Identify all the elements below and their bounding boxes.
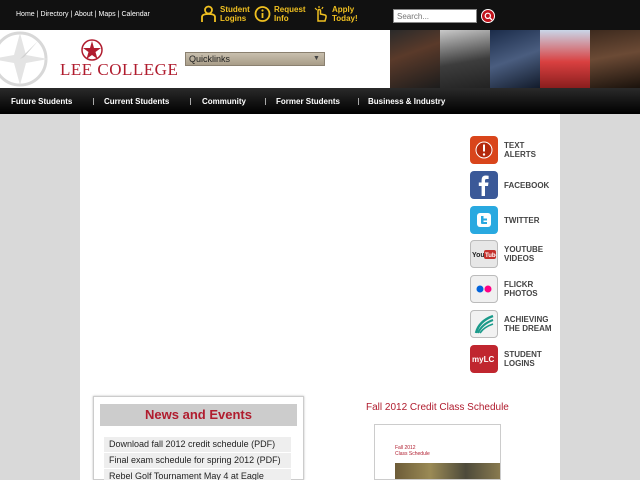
- youtube-icon: YouTube: [470, 240, 498, 268]
- quicklinks-label: Quicklinks: [189, 54, 231, 64]
- search-button[interactable]: [481, 9, 495, 23]
- schedule-cover-text: Fall 2012 Class Schedule: [395, 445, 430, 457]
- news-item[interactable]: Final exam schedule for spring 2012 (PDF…: [104, 453, 291, 468]
- search-icon: [484, 12, 492, 20]
- logo-word-2: College: [97, 60, 179, 79]
- home-link[interactable]: Home: [16, 11, 35, 18]
- nav-future-students[interactable]: Future Students: [11, 97, 72, 106]
- social-youtube[interactable]: YouTube YOUTUBE VIDEOS: [470, 240, 543, 268]
- alert-icon: [470, 136, 498, 164]
- social-label: YOUTUBE VIDEOS: [504, 245, 544, 263]
- main-nav: Future Students Current Students Communi…: [0, 88, 640, 114]
- nav-current-students[interactable]: Current Students: [104, 97, 169, 106]
- flickr-icon: [470, 275, 498, 303]
- social-achieving-the-dream[interactable]: ACHIEVING THE DREAM: [470, 310, 552, 338]
- quicklinks-dropdown[interactable]: Quicklinks ▼: [185, 52, 325, 66]
- search-input[interactable]: [393, 9, 477, 23]
- social-label: TWITTER: [504, 215, 540, 225]
- student-logins-quicklink[interactable]: Student Logins: [200, 5, 250, 23]
- maps-link[interactable]: Maps: [98, 11, 115, 18]
- achieving-dream-icon: [470, 310, 498, 338]
- svg-text:You: You: [472, 252, 485, 259]
- chevron-down-icon: ▼: [313, 55, 320, 62]
- request-info-quicklink[interactable]: Request Info: [254, 5, 306, 23]
- social-label: TEXT ALERTS: [504, 141, 536, 159]
- student-logins-icon: [201, 5, 216, 22]
- twitter-icon: [470, 206, 498, 234]
- header-photo-collage: [390, 30, 640, 88]
- social-label: ACHIEVING THE DREAM: [504, 315, 552, 333]
- nav-former-students[interactable]: Former Students: [276, 97, 340, 106]
- request-info-label: Request Info: [274, 5, 306, 23]
- schedule-title[interactable]: Fall 2012 Credit Class Schedule: [366, 402, 509, 413]
- social-label: STUDENT LOGINS: [504, 350, 542, 368]
- social-twitter[interactable]: TWITTER: [470, 206, 540, 234]
- utility-links: Home | Directory | About | Maps | Calendar: [16, 11, 150, 18]
- news-events-box: News and Events Download fall 2012 credi…: [93, 396, 304, 480]
- calendar-link[interactable]: Calendar: [121, 11, 149, 18]
- nav-divider: [358, 98, 359, 105]
- schedule-cover-photo: [395, 463, 500, 479]
- nav-business-industry[interactable]: Business & Industry: [368, 97, 445, 106]
- mylc-icon: myLC: [470, 345, 498, 373]
- info-icon: [254, 6, 271, 22]
- news-title: News and Events: [100, 404, 297, 426]
- nav-community[interactable]: Community: [202, 97, 246, 106]
- apply-today-label: Apply Today!: [332, 5, 358, 23]
- social-text-alerts[interactable]: TEXT ALERTS: [470, 136, 536, 164]
- logo-star-icon: [81, 39, 103, 61]
- social-student-logins[interactable]: myLC STUDENT LOGINS: [470, 345, 542, 373]
- college-logo[interactable]: Lee College: [60, 60, 178, 80]
- news-item[interactable]: Download fall 2012 credit schedule (PDF): [104, 437, 291, 452]
- social-facebook[interactable]: FACEBOOK: [470, 171, 549, 199]
- social-flickr[interactable]: FLICKR PHOTOS: [470, 275, 538, 303]
- nav-divider: [93, 98, 94, 105]
- about-link[interactable]: About: [74, 11, 92, 18]
- svg-text:Tube: Tube: [485, 253, 496, 259]
- student-logins-label: Student Logins: [220, 5, 250, 23]
- social-label: FACEBOOK: [504, 180, 550, 190]
- logo-word-1: Lee: [60, 60, 93, 79]
- directory-link[interactable]: Directory: [41, 11, 69, 18]
- schedule-cover-image[interactable]: Fall 2012 Class Schedule: [374, 424, 501, 480]
- apply-today-quicklink[interactable]: Apply Today!: [312, 5, 358, 23]
- apply-hand-icon: [314, 6, 327, 22]
- svg-text:myLC: myLC: [472, 355, 494, 364]
- facebook-icon: [470, 171, 498, 199]
- news-item[interactable]: Rebel Golf Tournament May 4 at Eagle: [104, 469, 291, 480]
- social-label: FLICKR PHOTOS: [504, 280, 538, 298]
- nav-divider: [190, 98, 191, 105]
- nav-divider: [265, 98, 266, 105]
